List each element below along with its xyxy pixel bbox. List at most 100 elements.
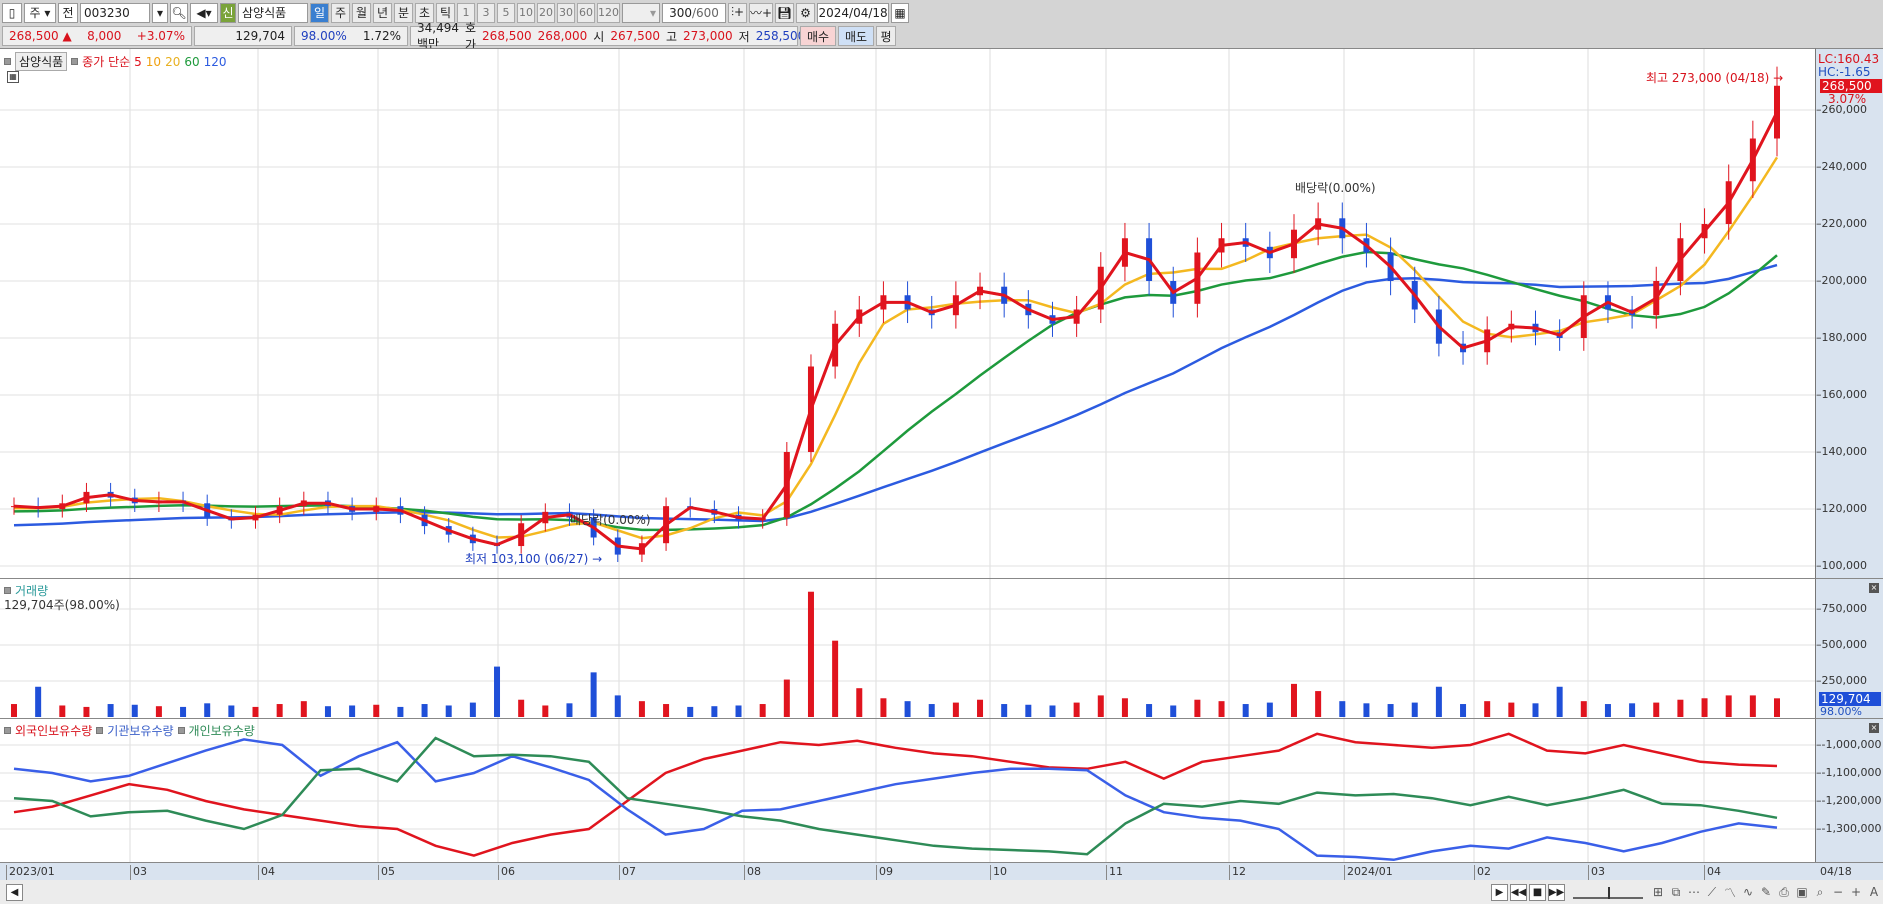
volume-bar [1121, 698, 1128, 717]
close-panel-icon[interactable]: × [1869, 583, 1879, 593]
period-year[interactable]: 년 [373, 2, 392, 23]
ma20-line [14, 156, 1779, 540]
rewind-button[interactable]: ◀◀ [1510, 883, 1527, 901]
scroll-left-button[interactable]: ◀ [6, 883, 23, 901]
sell-button[interactable]: 매도 [838, 26, 874, 46]
close-panel-icon[interactable]: × [1869, 723, 1879, 733]
settings-icon[interactable]: ⚙ [796, 2, 816, 23]
volume-bar [759, 704, 766, 717]
print-icon[interactable]: ⎙ [1775, 883, 1793, 901]
code-input[interactable]: 003230 [80, 2, 150, 23]
axis-tick-label: –160,000 [1816, 388, 1867, 401]
speaker-icon[interactable]: ◀▾ [190, 2, 218, 23]
panel-handle-icon[interactable] [177, 727, 185, 734]
period-minute[interactable]: 분 [394, 2, 413, 23]
volume-bar [1097, 695, 1104, 717]
zoom-search-icon[interactable]: ⌕ [1811, 883, 1829, 901]
low-annotation: 최저 103,100 (06/27) → [465, 552, 603, 566]
fast-forward-button[interactable]: ▶▶ [1548, 883, 1565, 901]
stop-button[interactable]: ■ [1529, 883, 1546, 901]
foreign-holdings-line [13, 732, 1778, 857]
line-tool-icon[interactable]: ∿ [1739, 883, 1757, 901]
date-tick-label: 09 [876, 865, 893, 881]
ma60-line [13, 250, 1778, 532]
avg-button[interactable]: 평 [876, 26, 896, 46]
last-pct-tag: 3.07% [1828, 92, 1867, 106]
period-second[interactable]: 초 [415, 2, 434, 23]
overlay-icon[interactable]: ⧉ [1667, 883, 1685, 901]
save-icon[interactable]: 💾︎ [775, 2, 795, 23]
bottom-bar: ◀ ▶ ◀◀ ■ ▶▶ ⊞ ⧉ ⋯ ⟋ 〽 ∿ ✎ ⎙ ▣ ⌕ − + A [0, 880, 1883, 904]
interval-10[interactable]: 10 [517, 2, 535, 23]
interval-120[interactable]: 120 [597, 2, 620, 23]
zoom-in-icon[interactable]: + [1847, 883, 1865, 901]
search-icon[interactable]: 🔍︎ [170, 2, 188, 23]
axis-tick-label: –180,000 [1816, 331, 1867, 344]
volume-bar [566, 703, 573, 717]
volume-bar [1266, 702, 1273, 717]
price-chart-panel[interactable]: 삼양식품 종가 단순 5 10 20 60 120 ▦ 최고 273,000 (… [0, 48, 1815, 579]
stock-name[interactable]: 삼양식품 [238, 2, 308, 23]
zoom-slider-handle[interactable] [1608, 887, 1610, 899]
lc-value: LC:160.43 [1818, 52, 1880, 66]
volume-bar [180, 706, 187, 717]
period-day[interactable]: 일 [310, 2, 329, 23]
layout-icon[interactable]: ▯ [2, 2, 22, 23]
grid-toggle-icon[interactable]: ▦ [7, 71, 19, 83]
ma-handle-icon[interactable] [71, 58, 79, 65]
stock-title[interactable]: 삼양식품 [15, 52, 68, 71]
date-tick-label: 04 [258, 865, 275, 881]
volume-bar [1484, 701, 1491, 717]
date-tick-label: 05 [378, 865, 395, 881]
volume-bar [1363, 703, 1370, 717]
panel-handle-icon[interactable] [4, 587, 11, 594]
panel-handle-icon[interactable] [96, 727, 104, 734]
axis-tick-label: –120,000 [1816, 502, 1867, 515]
interval-20[interactable]: 20 [537, 2, 555, 23]
interval-60[interactable]: 60 [577, 2, 595, 23]
period-tick[interactable]: 틱 [436, 2, 455, 23]
auto-scale-icon[interactable]: A [1865, 883, 1883, 901]
interval-5[interactable]: 5 [497, 2, 515, 23]
period-week[interactable]: 주 [331, 2, 350, 23]
date-tick-label: 03 [1588, 865, 1605, 881]
volume-panel[interactable]: 거래량 129,704주(98.00%) [0, 578, 1815, 719]
add-indicator-icon[interactable]: ⫶+ [728, 2, 747, 23]
date-tick-label: 11 [1106, 865, 1123, 881]
volume-axis[interactable]: –250,000 –500,000 –750,000 × 129,704 98.00… [1815, 578, 1883, 718]
volume-bar [228, 705, 235, 717]
market-select[interactable]: 주 ▾ [24, 2, 56, 23]
panel-handle-icon[interactable] [4, 58, 11, 65]
play-button[interactable]: ▶ [1491, 883, 1508, 901]
price-axis[interactable]: –100,000 –120,000 –140,000 –160,000 –180,000… [1815, 48, 1883, 578]
volume-bar [300, 701, 307, 717]
chart-image-icon[interactable]: ▣ [1793, 883, 1811, 901]
investor-panel[interactable]: 외국인보유수량 기관보유수량 개인보유수량 [0, 718, 1815, 863]
volume-bar [469, 702, 476, 717]
calendar-icon[interactable]: ▦ [891, 2, 910, 23]
code-dropdown-icon[interactable]: ▾ [152, 2, 168, 23]
buy-button[interactable]: 매수 [800, 26, 836, 46]
investor-axis[interactable]: –-1,000,000 –-1,100,000 –-1,200,000 –-1,300… [1815, 718, 1883, 862]
wave-icon[interactable]: 〽 [1721, 883, 1739, 901]
date-input[interactable]: 2024/04/18 [817, 2, 890, 23]
interval-3[interactable]: 3 [477, 2, 495, 23]
custom-interval-select[interactable]: ▾ [622, 2, 660, 23]
scope-button[interactable]: 전 [58, 2, 78, 23]
volume-bar [1677, 699, 1684, 717]
high-annotation: 최고 273,000 (04/18) → [1646, 71, 1784, 85]
legend-institution: 기관보유수량 [107, 724, 174, 738]
interval-30[interactable]: 30 [557, 2, 575, 23]
bid-price: 268,000 [537, 29, 588, 43]
trade-amount: 34,494백만 [417, 20, 459, 51]
add-overlay-icon[interactable]: 〰+ [749, 2, 774, 23]
layout-split-icon[interactable]: ⊞ [1649, 883, 1667, 901]
panel-handle-icon[interactable] [4, 727, 11, 734]
trendline-icon[interactable]: ⟋ [1703, 883, 1721, 901]
period-month[interactable]: 월 [352, 2, 371, 23]
draw-icon[interactable]: ✎ [1757, 883, 1775, 901]
zoom-out-icon[interactable]: − [1829, 883, 1847, 901]
zoom-slider[interactable] [1573, 885, 1643, 899]
count-input[interactable]: 300/600 [662, 2, 726, 23]
crosshair-icon[interactable]: ⋯ [1685, 883, 1703, 901]
